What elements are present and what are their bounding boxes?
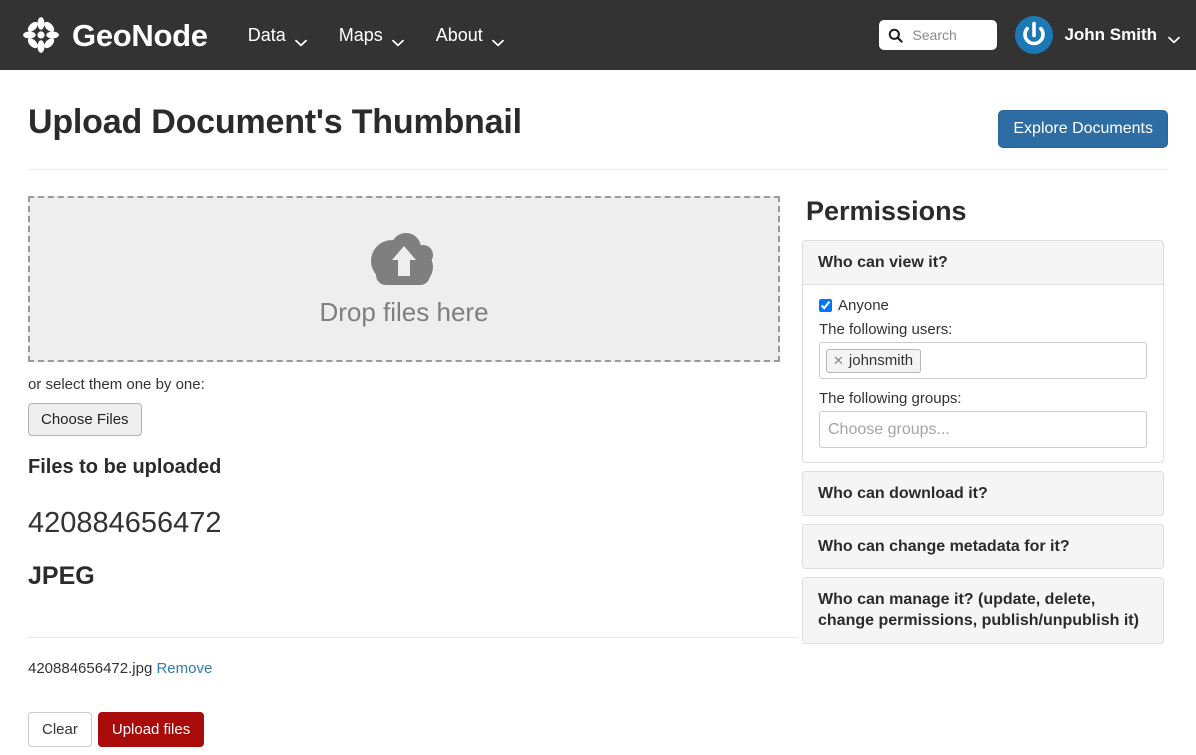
remove-file-link[interactable]: Remove bbox=[156, 660, 212, 677]
content-columns: Drop files here or select them one by on… bbox=[28, 196, 1168, 747]
brand-logo-link[interactable]: GeoNode bbox=[20, 14, 208, 56]
file-list-item: 420884656472.jpg Remove bbox=[28, 660, 780, 677]
nav-item-about-label: About bbox=[435, 24, 483, 45]
nav-item-data-label: Data bbox=[247, 24, 286, 45]
dropzone-label: Drop files here bbox=[319, 296, 489, 327]
permission-panel-view-header[interactable]: Who can view it? bbox=[803, 241, 1163, 286]
primary-nav: Data Maps About bbox=[232, 15, 520, 56]
permission-panel-manage-header[interactable]: Who can manage it? (update, delete, chan… bbox=[803, 578, 1163, 643]
file-dropzone[interactable]: Drop files here bbox=[28, 196, 780, 362]
groups-field-label: The following groups: bbox=[819, 390, 962, 408]
upload-actions: Clear Upload files bbox=[28, 712, 780, 747]
choose-files-button[interactable]: Choose Files bbox=[28, 403, 142, 436]
anyone-label: Anyone bbox=[838, 297, 889, 315]
geonode-flower-logo-icon bbox=[20, 14, 62, 56]
page-title: Upload Document's Thumbnail bbox=[28, 103, 522, 141]
search-icon bbox=[888, 28, 904, 43]
upload-files-button[interactable]: Upload files bbox=[97, 712, 205, 747]
user-menu[interactable]: John Smith bbox=[1015, 16, 1180, 54]
permission-panel-view-body: Anyone The following users: ✕ johnsmith … bbox=[803, 285, 1163, 462]
page-content: Upload Document's Thumbnail Explore Docu… bbox=[0, 70, 1196, 747]
permission-panel-metadata-header[interactable]: Who can change metadata for it? bbox=[803, 525, 1163, 569]
preview-file-name: 420884656472 bbox=[28, 507, 222, 539]
permission-panel-manage: Who can manage it? (update, delete, chan… bbox=[802, 577, 1164, 644]
users-field-label: The following users: bbox=[819, 321, 953, 339]
top-navbar: GeoNode Data Maps About Search John Smit… bbox=[0, 0, 1196, 70]
user-avatar-power-icon bbox=[1015, 16, 1054, 54]
chevron-down-icon bbox=[294, 31, 307, 47]
file-list-divider bbox=[28, 637, 798, 638]
upload-column: Drop files here or select them one by on… bbox=[28, 196, 798, 747]
remove-token-icon[interactable]: ✕ bbox=[833, 354, 844, 367]
clear-button[interactable]: Clear bbox=[28, 712, 92, 747]
nav-item-maps-label: Maps bbox=[338, 24, 383, 45]
chevron-down-icon bbox=[1168, 31, 1180, 44]
user-token[interactable]: ✕ johnsmith bbox=[826, 348, 922, 373]
search-input[interactable] bbox=[910, 26, 989, 44]
files-to-upload-heading: Files to be uploaded bbox=[28, 456, 222, 478]
chevron-down-icon bbox=[391, 31, 404, 47]
permission-panel-view: Who can view it? Anyone The following us… bbox=[802, 240, 1164, 464]
navbar-right: John Smith bbox=[879, 16, 1180, 54]
explore-documents-button[interactable]: Explore Documents bbox=[998, 110, 1168, 148]
nav-item-maps[interactable]: Maps bbox=[323, 15, 420, 56]
header-divider bbox=[28, 169, 1168, 170]
groups-placeholder: Choose groups... bbox=[828, 420, 950, 438]
brand-name: GeoNode bbox=[72, 17, 208, 53]
anyone-checkbox-row[interactable]: Anyone bbox=[819, 297, 1147, 314]
permission-panel-download: Who can download it? bbox=[802, 471, 1164, 517]
select-hint: or select them one by one: bbox=[28, 376, 205, 393]
permission-panel-download-header[interactable]: Who can download it? bbox=[803, 472, 1163, 516]
groups-token-field[interactable]: Choose groups... bbox=[819, 411, 1147, 449]
preview-file-type: JPEG bbox=[28, 562, 95, 590]
permissions-column: Permissions Who can view it? Anyone The … bbox=[802, 196, 1164, 652]
file-list-item-name: 420884656472.jpg bbox=[28, 660, 153, 677]
permission-panel-metadata: Who can change metadata for it? bbox=[802, 524, 1164, 570]
nav-item-about[interactable]: About bbox=[420, 15, 520, 56]
nav-item-data[interactable]: Data bbox=[232, 15, 323, 56]
page-header: Upload Document's Thumbnail Explore Docu… bbox=[28, 70, 1168, 148]
user-name-label: John Smith bbox=[1064, 25, 1157, 44]
chevron-down-icon bbox=[491, 31, 504, 47]
cloud-upload-icon bbox=[362, 231, 446, 293]
search-box[interactable] bbox=[879, 20, 998, 50]
users-token-field[interactable]: ✕ johnsmith bbox=[819, 342, 1147, 380]
anyone-checkbox[interactable] bbox=[819, 299, 832, 313]
permissions-title: Permissions bbox=[806, 196, 967, 226]
user-token-label: johnsmith bbox=[848, 351, 914, 369]
